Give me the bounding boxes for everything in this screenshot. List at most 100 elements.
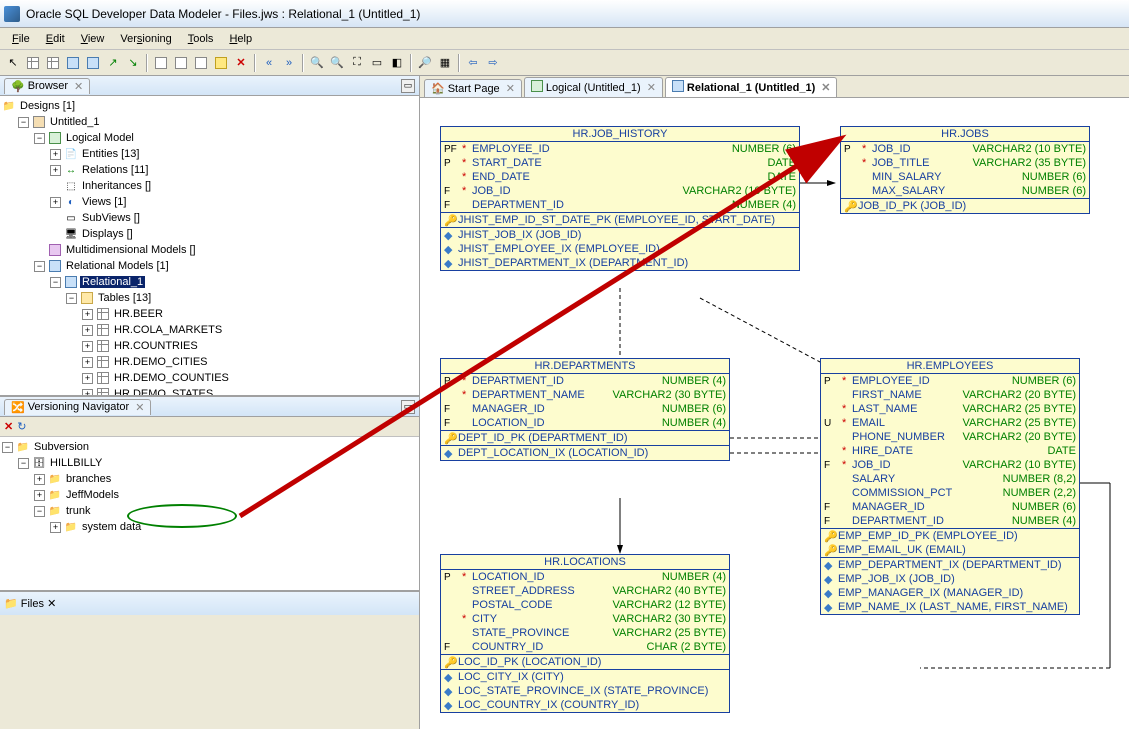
note-icon[interactable] (212, 54, 230, 72)
entity-column[interactable]: FLOCATION_IDNUMBER (4) (441, 416, 729, 430)
entity-column[interactable]: P*DEPARTMENT_IDNUMBER (4) (441, 374, 729, 388)
entity-key[interactable]: 🔑DEPT_ID_PK (DEPARTMENT_ID) (441, 431, 729, 445)
entity-column[interactable]: *DEPARTMENT_NAMEVARCHAR2 (30 BYTE) (441, 388, 729, 402)
rewind-icon[interactable]: « (260, 54, 278, 72)
entity-index[interactable]: ◆EMP_DEPARTMENT_IX (DEPARTMENT_ID) (821, 558, 1079, 572)
svn-trunk[interactable]: trunk (64, 505, 92, 517)
entity-index[interactable]: ◆DEPT_LOCATION_IX (LOCATION_ID) (441, 446, 729, 460)
tree-relmodels[interactable]: Relational Models [1] (64, 260, 171, 272)
entity-key[interactable]: 🔑LOC_ID_PK (LOCATION_ID) (441, 655, 729, 669)
zoom-area-icon[interactable]: ◧ (388, 54, 406, 72)
tab-logical[interactable]: Logical (Untitled_1)✕ (524, 77, 663, 97)
tree-logical-model[interactable]: Logical Model (64, 132, 136, 144)
expand-icon[interactable]: + (34, 474, 45, 485)
expand-icon[interactable]: + (82, 373, 93, 384)
expand-icon[interactable]: + (50, 197, 61, 208)
entity-column[interactable]: *JOB_TITLEVARCHAR2 (35 BYTE) (841, 156, 1089, 170)
entity-index[interactable]: ◆LOC_STATE_PROVINCE_IX (STATE_PROVINCE) (441, 684, 729, 698)
new-view-icon[interactable] (44, 54, 62, 72)
entity-locations[interactable]: HR.LOCATIONSP*LOCATION_IDNUMBER (4)STREE… (440, 554, 730, 713)
menu-tools[interactable]: Tools (180, 31, 222, 47)
collapse-icon[interactable]: − (2, 442, 13, 453)
entity-column[interactable]: P*EMPLOYEE_IDNUMBER (6) (821, 374, 1079, 388)
entity-column[interactable]: FMANAGER_IDNUMBER (6) (821, 500, 1079, 514)
entity-column[interactable]: FDEPARTMENT_IDNUMBER (4) (821, 514, 1079, 528)
toolbar-btn-2[interactable] (84, 54, 102, 72)
entity-column[interactable]: POSTAL_CODEVARCHAR2 (12 BYTE) (441, 598, 729, 612)
zoom-reset-icon[interactable]: ▭ (368, 54, 386, 72)
entity-column[interactable]: U*EMAILVARCHAR2 (25 BYTE) (821, 416, 1079, 430)
toolbar-btn-3[interactable]: ↗ (104, 54, 122, 72)
toolbar-btn-7[interactable] (192, 54, 210, 72)
collapse-icon[interactable]: − (18, 458, 29, 469)
entity-key[interactable]: 🔑EMP_EMAIL_UK (EMAIL) (821, 543, 1079, 557)
menu-edit[interactable]: Edit (38, 31, 73, 47)
entity-column[interactable]: FDEPARTMENT_IDNUMBER (4) (441, 198, 799, 212)
expand-icon[interactable]: + (82, 357, 93, 368)
nav-fwd-icon[interactable]: ⇨ (484, 54, 502, 72)
expand-icon[interactable]: + (82, 309, 93, 320)
entity-column[interactable]: *HIRE_DATEDATE (821, 444, 1079, 458)
collapse-icon[interactable]: − (18, 117, 29, 128)
tree-tables[interactable]: Tables [13] (96, 292, 153, 304)
svn-root[interactable]: Subversion (32, 441, 91, 453)
collapse-icon[interactable]: − (34, 261, 45, 272)
entity-column[interactable]: *LAST_NAMEVARCHAR2 (25 BYTE) (821, 402, 1079, 416)
browser-tree[interactable]: 📁Designs [1] −Untitled_1 −Logical Model … (0, 96, 419, 396)
entity-column[interactable]: F*JOB_IDVARCHAR2 (10 BYTE) (441, 184, 799, 198)
collapse-icon[interactable]: − (34, 506, 45, 517)
expand-icon[interactable]: + (82, 341, 93, 352)
expand-icon[interactable]: + (82, 389, 93, 397)
menu-versioning[interactable]: Versioning (112, 31, 179, 47)
expand-icon[interactable]: + (50, 522, 61, 533)
svn-jeffmodels[interactable]: JeffModels (64, 489, 121, 501)
entity-column[interactable]: P*JOB_IDVARCHAR2 (10 BYTE) (841, 142, 1089, 156)
layout-icon[interactable]: ▦ (436, 54, 454, 72)
toolbar-btn-5[interactable] (152, 54, 170, 72)
close-tab-icon[interactable]: ✕ (821, 81, 830, 94)
tree-relations[interactable]: Relations [11] (80, 164, 150, 176)
expand-icon[interactable]: + (34, 490, 45, 501)
entity-column[interactable]: MAX_SALARYNUMBER (6) (841, 184, 1089, 198)
tab-relational[interactable]: Relational_1 (Untitled_1)✕ (665, 77, 838, 97)
tree-table-demo-counties[interactable]: HR.DEMO_COUNTIES (112, 372, 231, 384)
zoom-in-icon[interactable]: 🔍 (308, 54, 326, 72)
toolbar-btn-1[interactable] (64, 54, 82, 72)
new-table-icon[interactable] (24, 54, 42, 72)
svn-hillbilly[interactable]: HILLBILLY (48, 457, 104, 469)
entity-column[interactable]: STATE_PROVINCEVARCHAR2 (25 BYTE) (441, 626, 729, 640)
tree-table-demo-states[interactable]: HR.DEMO_STATES (112, 388, 215, 396)
expand-icon[interactable]: + (82, 325, 93, 336)
versioning-tree[interactable]: −📁Subversion −🗄HILLBILLY +📁branches +📁Je… (0, 437, 419, 591)
tree-table-beer[interactable]: HR.BEER (112, 308, 165, 320)
entity-column[interactable]: P*LOCATION_IDNUMBER (4) (441, 570, 729, 584)
menu-view[interactable]: View (73, 31, 113, 47)
menu-file[interactable]: File (4, 31, 38, 47)
tree-subviews[interactable]: SubViews [] (80, 212, 142, 224)
close-files-icon[interactable]: ✕ (47, 598, 56, 610)
entity-index[interactable]: ◆JHIST_DEPARTMENT_IX (DEPARTMENT_ID) (441, 256, 799, 270)
entity-index[interactable]: ◆LOC_COUNTRY_IX (COUNTRY_ID) (441, 698, 729, 712)
entity-employees[interactable]: HR.EMPLOYEESP*EMPLOYEE_IDNUMBER (6)FIRST… (820, 358, 1080, 615)
versioning-tab[interactable]: 🔀 Versioning Navigator ✕ (4, 399, 151, 415)
entity-key[interactable]: 🔑JHIST_EMP_ID_ST_DATE_PK (EMPLOYEE_ID, S… (441, 213, 799, 227)
tree-designs[interactable]: Designs [1] (18, 100, 77, 112)
entity-column[interactable]: PHONE_NUMBERVARCHAR2 (20 BYTE) (821, 430, 1079, 444)
toolbar-btn-4[interactable]: ↘ (124, 54, 142, 72)
entity-column[interactable]: F*JOB_IDVARCHAR2 (10 BYTE) (821, 458, 1079, 472)
tab-start-page[interactable]: 🏠Start Page✕ (424, 79, 522, 97)
diagram-canvas[interactable]: HR.JOB_HISTORYPF*EMPLOYEE_IDNUMBER (6)P*… (420, 98, 1129, 729)
tree-untitled[interactable]: Untitled_1 (48, 116, 102, 128)
entity-column[interactable]: FMANAGER_IDNUMBER (6) (441, 402, 729, 416)
entity-index[interactable]: ◆JHIST_EMPLOYEE_IX (EMPLOYEE_ID) (441, 242, 799, 256)
forward-icon[interactable]: » (280, 54, 298, 72)
entity-key[interactable]: 🔑JOB_ID_PK (JOB_ID) (841, 199, 1089, 213)
entity-column[interactable]: *CITYVARCHAR2 (30 BYTE) (441, 612, 729, 626)
tree-views[interactable]: Views [1] (80, 196, 128, 208)
zoom-out-icon[interactable]: 🔍 (328, 54, 346, 72)
entity-column[interactable]: FCOUNTRY_IDCHAR (2 BYTE) (441, 640, 729, 654)
entity-column[interactable]: SALARYNUMBER (8,2) (821, 472, 1079, 486)
refresh-icon[interactable]: ↻ (17, 420, 26, 433)
tree-table-countries[interactable]: HR.COUNTRIES (112, 340, 200, 352)
tree-relational1[interactable]: Relational_1 (80, 276, 145, 288)
